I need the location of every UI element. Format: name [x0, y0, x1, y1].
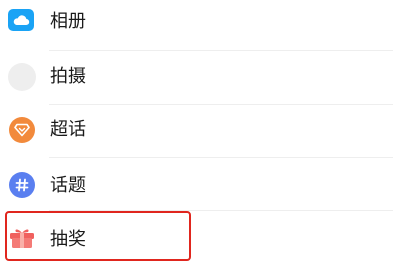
- menu-item-shoot[interactable]: 拍摄: [0, 51, 393, 103]
- highlight-box: [5, 211, 191, 261]
- menu-item-label: 拍摄: [50, 66, 86, 87]
- super-topic-diamond-icon: [9, 117, 35, 143]
- menu-item-topic[interactable]: 话题: [0, 158, 393, 210]
- menu-list: 相册 拍摄 超话 话题 抽奖: [0, 0, 393, 272]
- hashtag-icon: [9, 172, 35, 198]
- menu-item-album[interactable]: 相册: [0, 0, 393, 52]
- menu-item-label: 超话: [50, 119, 86, 140]
- menu-item-label: 相册: [50, 11, 86, 32]
- album-cloud-icon: [8, 9, 34, 31]
- menu-item-label: 话题: [50, 175, 86, 196]
- camera-placeholder-icon: [8, 63, 36, 91]
- menu-item-super-topic[interactable]: 超话: [0, 105, 393, 157]
